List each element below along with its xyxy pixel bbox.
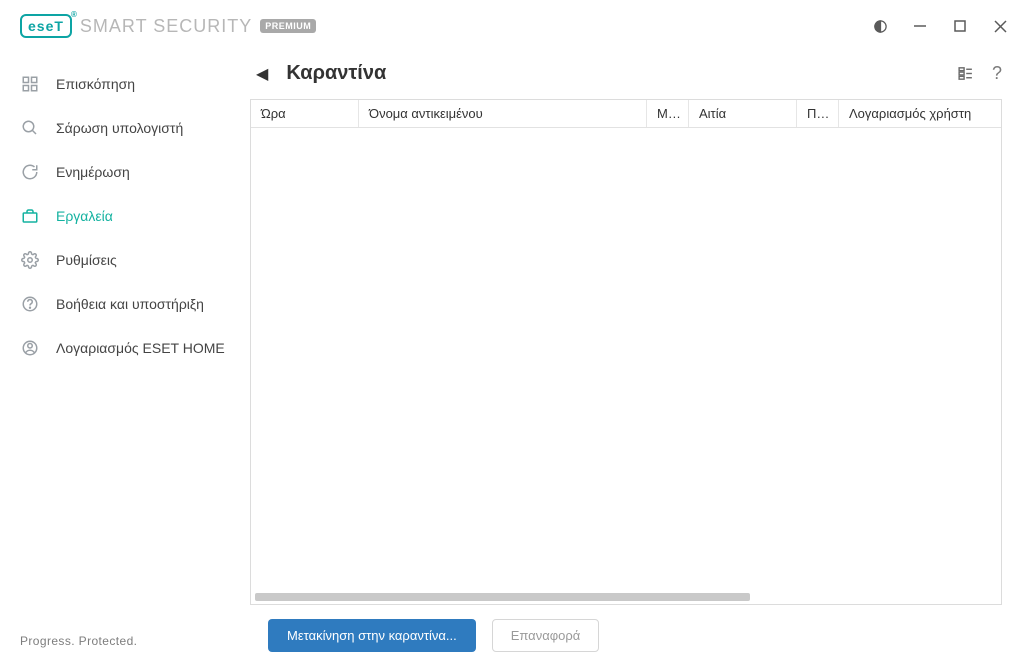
account-icon xyxy=(20,338,40,358)
product-name: SMART SECURITY xyxy=(80,16,252,37)
move-to-quarantine-button[interactable]: Μετακίνηση στην καραντίνα... xyxy=(268,619,476,652)
footer-actions: Μετακίνηση στην καραντίνα... Επαναφορά xyxy=(250,605,1002,652)
main-panel: ◀ Καραντίνα ? Ώρα Όνομα αντικειμένου Μέ.… xyxy=(250,48,1024,670)
app-header: eseT SMART SECURITY PREMIUM xyxy=(0,0,1024,48)
search-icon xyxy=(20,118,40,138)
sidebar-item-account[interactable]: Λογαριασμός ESET HOME xyxy=(0,326,250,370)
help-icon[interactable]: ? xyxy=(992,63,1002,84)
sidebar-item-label: Επισκόπηση xyxy=(56,76,135,92)
th-user-account[interactable]: Λογαριασμός χρήστη xyxy=(839,100,1001,127)
th-count[interactable]: Πλή... xyxy=(797,100,839,127)
brand: eseT SMART SECURITY PREMIUM xyxy=(20,14,316,38)
tagline: Progress. Protected. xyxy=(0,634,250,670)
sidebar-item-tools[interactable]: Εργαλεία xyxy=(0,194,250,238)
minimize-button[interactable] xyxy=(912,18,928,34)
sidebar-item-label: Σάρωση υπολογιστή xyxy=(56,120,183,136)
quarantine-table: Ώρα Όνομα αντικειμένου Μέ... Αιτία Πλή..… xyxy=(250,99,1002,605)
sidebar-item-label: Λογαριασμός ESET HOME xyxy=(56,340,225,356)
dashboard-icon xyxy=(20,74,40,94)
help-icon xyxy=(20,294,40,314)
product-badge: PREMIUM xyxy=(260,19,316,33)
sidebar-item-help[interactable]: Βοήθεια και υποστήριξη xyxy=(0,282,250,326)
sidebar-item-label: Εργαλεία xyxy=(56,208,113,224)
th-object-name[interactable]: Όνομα αντικειμένου xyxy=(359,100,647,127)
refresh-icon xyxy=(20,162,40,182)
gear-icon xyxy=(20,250,40,270)
sidebar-item-overview[interactable]: Επισκόπηση xyxy=(0,62,250,106)
eset-logo: eseT xyxy=(20,14,72,38)
contrast-icon[interactable] xyxy=(872,18,888,34)
horizontal-scrollbar[interactable] xyxy=(251,590,1001,604)
back-button[interactable]: ◀ xyxy=(256,64,268,84)
page-title: Καραντίνα xyxy=(286,62,386,85)
nav: Επισκόπηση Σάρωση υπολογιστή Ενημέρωση Ε… xyxy=(0,62,250,634)
maximize-button[interactable] xyxy=(952,18,968,34)
view-list-icon[interactable] xyxy=(957,65,974,82)
sidebar-item-label: Βοήθεια και υποστήριξη xyxy=(56,296,204,312)
toolbox-icon xyxy=(20,206,40,226)
th-time[interactable]: Ώρα xyxy=(251,100,359,127)
sidebar-item-label: Ρυθμίσεις xyxy=(56,252,117,268)
th-size[interactable]: Μέ... xyxy=(647,100,689,127)
th-reason[interactable]: Αιτία xyxy=(689,100,797,127)
sidebar-item-settings[interactable]: Ρυθμίσεις xyxy=(0,238,250,282)
window-controls xyxy=(872,18,1008,34)
table-header: Ώρα Όνομα αντικειμένου Μέ... Αιτία Πλή..… xyxy=(251,100,1001,128)
restore-button[interactable]: Επαναφορά xyxy=(492,619,600,652)
sidebar-item-update[interactable]: Ενημέρωση xyxy=(0,150,250,194)
sidebar-item-label: Ενημέρωση xyxy=(56,164,130,180)
sidebar: Επισκόπηση Σάρωση υπολογιστή Ενημέρωση Ε… xyxy=(0,48,250,670)
close-button[interactable] xyxy=(992,18,1008,34)
table-body xyxy=(251,128,1001,590)
sidebar-item-scan[interactable]: Σάρωση υπολογιστή xyxy=(0,106,250,150)
title-row: ◀ Καραντίνα ? xyxy=(250,62,1002,85)
